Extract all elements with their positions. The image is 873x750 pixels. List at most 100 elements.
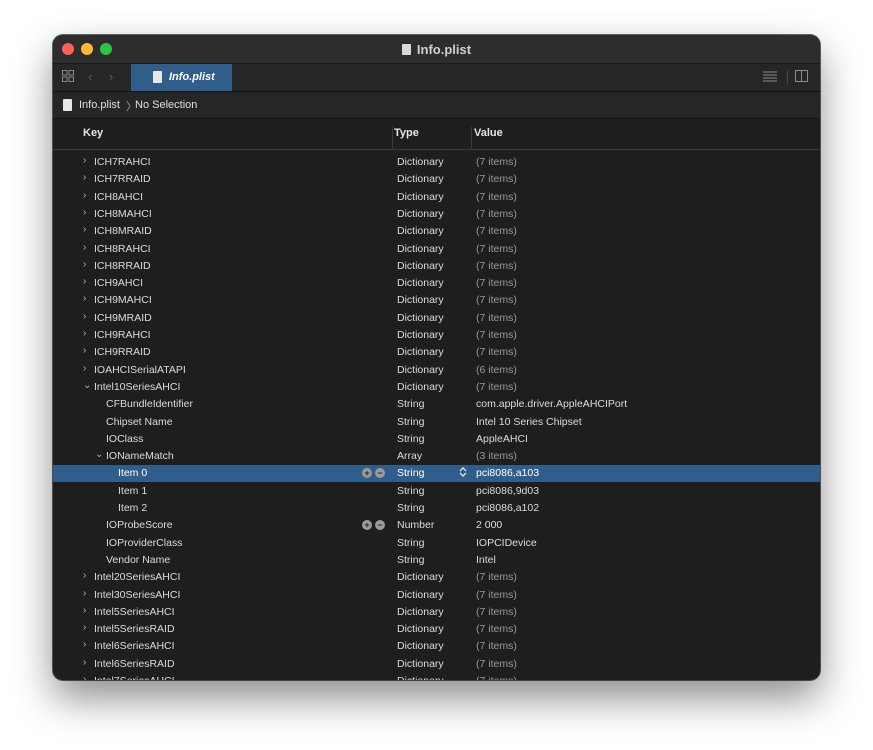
table-row[interactable]: Item 1 String pci8086,9d03: [53, 483, 820, 500]
row-value[interactable]: (6 items): [476, 364, 517, 376]
row-type[interactable]: Dictionary: [397, 675, 444, 680]
back-chevron-icon[interactable]: ‹: [88, 70, 92, 84]
row-type[interactable]: String: [397, 433, 424, 445]
row-key[interactable]: Intel6SeriesAHCI: [94, 640, 175, 652]
row-value[interactable]: (7 items): [476, 277, 517, 289]
disclosure-collapsed-icon[interactable]: ›: [83, 293, 86, 304]
row-value[interactable]: pci8086,a102: [476, 502, 539, 514]
table-row[interactable]: › ICH8RRAID Dictionary (7 items): [53, 258, 820, 275]
table-row[interactable]: › ICH8MRAID Dictionary (7 items): [53, 223, 820, 240]
table-row[interactable]: › Intel7SeriesAHCI Dictionary (7 items): [53, 673, 820, 680]
table-row[interactable]: Item 0 + − String pci8086,a103: [53, 465, 820, 483]
row-key[interactable]: Intel30SeriesAHCI: [94, 589, 180, 601]
row-type[interactable]: Dictionary: [397, 312, 444, 324]
row-value[interactable]: Intel: [476, 554, 496, 566]
row-type[interactable]: Dictionary: [397, 294, 444, 306]
row-key[interactable]: ICH7RRAID: [94, 173, 151, 185]
table-row[interactable]: › ICH7RRAID Dictionary (7 items): [53, 171, 820, 188]
table-row[interactable]: › IOAHCISerialATAPI Dictionary (6 items): [53, 362, 820, 379]
disclosure-collapsed-icon[interactable]: ›: [83, 224, 86, 235]
row-value[interactable]: (7 items): [476, 640, 517, 652]
row-value[interactable]: IOPCIDevice: [476, 537, 537, 549]
type-stepper-icon[interactable]: [459, 466, 467, 479]
row-key[interactable]: ICH9AHCI: [94, 277, 143, 289]
disclosure-collapsed-icon[interactable]: ›: [83, 570, 86, 581]
row-key[interactable]: Chipset Name: [106, 416, 173, 428]
remove-row-button[interactable]: −: [375, 468, 385, 479]
row-type[interactable]: Number: [397, 519, 434, 531]
row-key[interactable]: IOAHCISerialATAPI: [94, 364, 186, 376]
row-type[interactable]: Dictionary: [397, 173, 444, 185]
row-type[interactable]: Dictionary: [397, 225, 444, 237]
table-row[interactable]: › Intel5SeriesRAID Dictionary (7 items): [53, 621, 820, 638]
row-value[interactable]: Intel 10 Series Chipset: [476, 416, 582, 428]
row-key[interactable]: IONameMatch: [106, 450, 174, 462]
row-key[interactable]: Intel5SeriesAHCI: [94, 606, 175, 618]
row-type[interactable]: Dictionary: [397, 208, 444, 220]
row-type[interactable]: Dictionary: [397, 640, 444, 652]
row-key[interactable]: Intel10SeriesAHCI: [94, 381, 180, 393]
disclosure-collapsed-icon[interactable]: ›: [83, 259, 86, 270]
table-row[interactable]: › Intel5SeriesAHCI Dictionary (7 items): [53, 604, 820, 621]
row-value[interactable]: (7 items): [476, 658, 517, 670]
row-key[interactable]: IOClass: [106, 433, 143, 445]
split-view-icon[interactable]: [795, 70, 808, 85]
row-value[interactable]: (7 items): [476, 173, 517, 185]
row-type[interactable]: String: [397, 502, 424, 514]
disclosure-collapsed-icon[interactable]: ›: [83, 588, 86, 599]
breadcrumb-file[interactable]: Info.plist: [79, 99, 120, 111]
table-row[interactable]: CFBundleIdentifier String com.apple.driver…: [53, 396, 820, 413]
row-key[interactable]: ICH8RRAID: [94, 260, 151, 272]
row-type[interactable]: Dictionary: [397, 156, 444, 168]
row-key[interactable]: IOProviderClass: [106, 537, 182, 549]
row-key[interactable]: ICH8AHCI: [94, 191, 143, 203]
add-row-button[interactable]: +: [362, 468, 372, 479]
table-row[interactable]: › ICH9MRAID Dictionary (7 items): [53, 310, 820, 327]
row-key[interactable]: ICH7RAHCI: [94, 156, 151, 168]
row-type[interactable]: Dictionary: [397, 329, 444, 341]
row-key[interactable]: Intel5SeriesRAID: [94, 623, 175, 635]
disclosure-collapsed-icon[interactable]: ›: [83, 639, 86, 650]
row-value[interactable]: pci8086,9d03: [476, 485, 539, 497]
row-value[interactable]: AppleAHCI: [476, 433, 528, 445]
disclosure-expanded-icon[interactable]: ⌄: [83, 380, 91, 391]
row-value[interactable]: (7 items): [476, 381, 517, 393]
row-key[interactable]: CFBundleIdentifier: [106, 398, 193, 410]
column-key[interactable]: Key: [83, 127, 103, 139]
row-key[interactable]: ICH9MRAID: [94, 312, 152, 324]
row-value[interactable]: (7 items): [476, 606, 517, 618]
row-value[interactable]: (7 items): [476, 208, 517, 220]
column-divider[interactable]: [471, 127, 472, 149]
row-type[interactable]: String: [397, 537, 424, 549]
table-row[interactable]: Item 2 String pci8086,a102: [53, 500, 820, 517]
tab-info-plist[interactable]: Info.plist: [131, 64, 232, 91]
grid-icon[interactable]: [62, 70, 74, 85]
breadcrumb-selection[interactable]: No Selection: [135, 99, 197, 111]
row-value[interactable]: (7 items): [476, 225, 517, 237]
table-row[interactable]: › Intel20SeriesAHCI Dictionary (7 items): [53, 569, 820, 586]
row-key[interactable]: Item 1: [118, 485, 147, 497]
row-type[interactable]: Dictionary: [397, 364, 444, 376]
disclosure-collapsed-icon[interactable]: ›: [83, 622, 86, 633]
row-value[interactable]: (7 items): [476, 156, 517, 168]
disclosure-collapsed-icon[interactable]: ›: [83, 311, 86, 322]
disclosure-collapsed-icon[interactable]: ›: [83, 363, 86, 374]
row-type[interactable]: Dictionary: [397, 606, 444, 618]
row-key[interactable]: Intel20SeriesAHCI: [94, 571, 180, 583]
row-type[interactable]: String: [397, 554, 424, 566]
disclosure-collapsed-icon[interactable]: ›: [83, 674, 86, 680]
row-type[interactable]: Dictionary: [397, 381, 444, 393]
column-value[interactable]: Value: [474, 127, 503, 139]
table-row[interactable]: › ICH9RRAID Dictionary (7 items): [53, 344, 820, 361]
row-value[interactable]: (7 items): [476, 623, 517, 635]
row-type[interactable]: Dictionary: [397, 277, 444, 289]
disclosure-collapsed-icon[interactable]: ›: [83, 172, 86, 183]
row-key[interactable]: Intel6SeriesRAID: [94, 658, 175, 670]
row-type[interactable]: String: [397, 416, 424, 428]
row-type[interactable]: Dictionary: [397, 260, 444, 272]
row-key[interactable]: Intel7SeriesAHCI: [94, 675, 175, 680]
row-value[interactable]: 2 000: [476, 519, 502, 531]
table-row[interactable]: › Intel6SeriesRAID Dictionary (7 items): [53, 656, 820, 673]
table-row[interactable]: › ICH8RAHCI Dictionary (7 items): [53, 241, 820, 258]
row-value[interactable]: (7 items): [476, 675, 517, 680]
